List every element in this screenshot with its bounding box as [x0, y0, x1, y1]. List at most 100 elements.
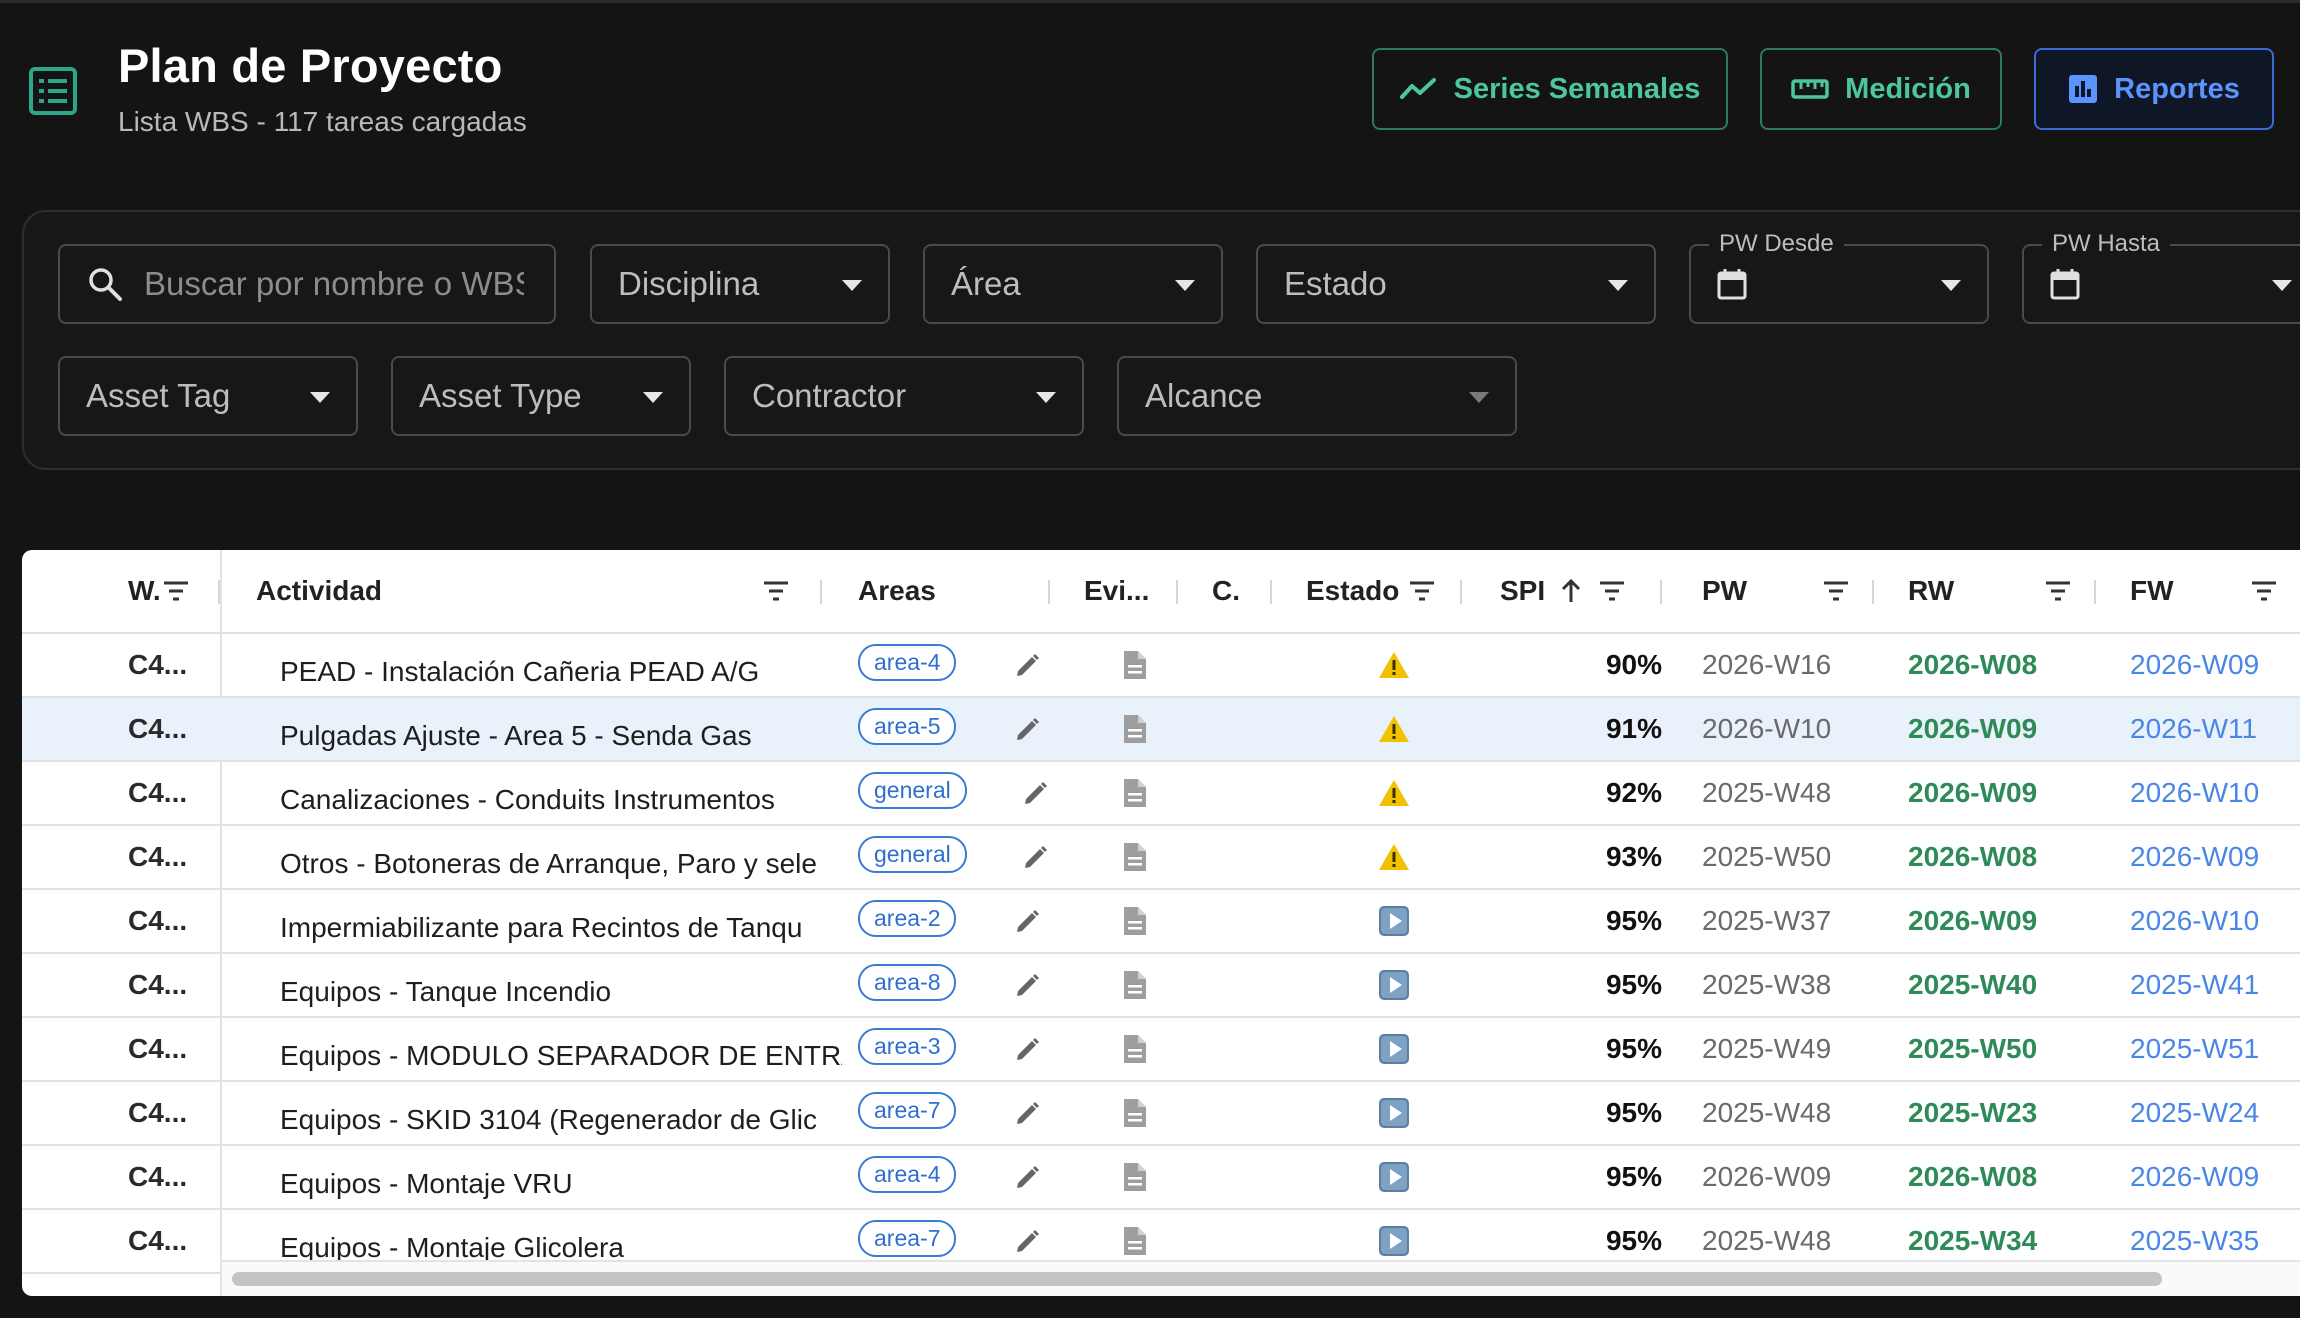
table-row[interactable]: C4... Equipos - Tanque Incendio area-8 95% 2… — [22, 954, 2300, 1018]
medicion-button[interactable]: Medición — [1760, 48, 2002, 130]
contractor-select[interactable]: Contractor — [724, 356, 1084, 436]
asset-tag-select[interactable]: Asset Tag — [58, 356, 358, 436]
column-header-estado[interactable]: Estado — [1306, 550, 1399, 632]
column-header-spi[interactable]: SPI — [1500, 550, 1545, 632]
column-separator[interactable] — [1872, 580, 1874, 604]
evidence-button[interactable] — [1102, 890, 1168, 952]
area-chip[interactable]: area-2 — [858, 899, 957, 937]
play-icon — [1379, 1226, 1409, 1256]
edit-area-button[interactable] — [1022, 826, 1052, 888]
column-separator[interactable] — [218, 580, 220, 604]
pw-desde-date[interactable]: PW Desde — [1689, 230, 1989, 324]
area-chip[interactable]: area-3 — [858, 1027, 957, 1065]
fw-value: 2026-W09 — [2130, 841, 2260, 872]
column-header-fw[interactable]: FW — [2130, 550, 2174, 632]
spi-value: 90% — [1605, 649, 1662, 680]
evidence-button[interactable] — [1102, 634, 1168, 696]
pencil-icon — [1017, 1166, 1039, 1188]
table-row[interactable]: C4... Equipos - SKID 3104 (Regenerador de… — [22, 1082, 2300, 1146]
area-chip[interactable]: area-4 — [858, 643, 957, 681]
filter-icon[interactable] — [762, 578, 790, 604]
estado-select[interactable]: Estado — [1256, 244, 1656, 324]
evidence-button[interactable] — [1102, 954, 1168, 1016]
column-separator[interactable] — [1048, 580, 1050, 604]
column-header-actividad[interactable]: Actividad — [256, 550, 382, 632]
document-icon — [1124, 1163, 1146, 1191]
area-chip[interactable]: area-7 — [858, 1219, 957, 1257]
edit-area-button[interactable] — [1022, 762, 1052, 824]
table-row[interactable]: C4... Equipos - Montaje VRU area-4 95% 2026-… — [22, 1146, 2300, 1210]
column-header-pw[interactable]: PW — [1702, 550, 1747, 632]
rw-value: 2025-W50 — [1908, 1033, 2038, 1064]
filter-icon[interactable] — [1822, 578, 1850, 604]
filter-icon[interactable] — [162, 578, 190, 604]
chevron-down-icon — [1608, 280, 1628, 291]
column-header-areas[interactable]: Areas — [858, 550, 936, 632]
column-separator[interactable] — [1460, 580, 1462, 604]
area-chip[interactable]: general — [858, 835, 967, 873]
evidence-button[interactable] — [1102, 762, 1168, 824]
filter-icon[interactable] — [1598, 578, 1626, 604]
filter-icon[interactable] — [2044, 578, 2072, 604]
column-header-rw[interactable]: RW — [1908, 550, 1954, 632]
filter-icon[interactable] — [2250, 578, 2278, 604]
edit-area-button[interactable] — [1014, 634, 1044, 696]
sort-ascending-icon[interactable] — [1560, 578, 1582, 604]
pencil-icon — [1017, 1230, 1039, 1252]
column-header-wbs[interactable]: W. — [128, 550, 161, 632]
filter-icon[interactable] — [1408, 578, 1436, 604]
estado-status — [1358, 698, 1430, 760]
evidence-button[interactable] — [1102, 1082, 1168, 1144]
document-icon — [1124, 907, 1146, 935]
fw-value: 2025-W24 — [2130, 1097, 2260, 1128]
table-row[interactable]: C4... Otros - Botoneras de Arranque, Paro… — [22, 826, 2300, 890]
column-separator[interactable] — [2094, 580, 2096, 604]
column-separator[interactable] — [820, 580, 822, 604]
area-chip[interactable]: area-4 — [858, 1155, 957, 1193]
rw-value: 2026-W08 — [1908, 649, 2038, 680]
asset-type-select[interactable]: Asset Type — [391, 356, 691, 436]
edit-area-button[interactable] — [1014, 1146, 1044, 1208]
column-separator[interactable] — [1176, 580, 1178, 604]
pw-hasta-label: PW Hasta — [2042, 230, 2171, 258]
edit-area-button[interactable] — [1014, 890, 1044, 952]
table-row[interactable]: C4... Equipos - MODULO SEPARADOR DE ENTRA… — [22, 1018, 2300, 1082]
series-semanales-button[interactable]: Series Semanales — [1372, 48, 1728, 130]
document-icon — [1124, 1227, 1146, 1255]
scrollbar-thumb[interactable] — [232, 1272, 2162, 1286]
area-select[interactable]: Área — [923, 244, 1223, 324]
table-row[interactable]: C4... Pulgadas Ajuste - Area 5 - Senda Ga… — [22, 698, 2300, 762]
column-separator[interactable] — [1270, 580, 1272, 604]
disciplina-select[interactable]: Disciplina — [590, 244, 890, 324]
pw-value: 2025-W50 — [1702, 841, 1832, 872]
evidence-button[interactable] — [1102, 698, 1168, 760]
edit-area-button[interactable] — [1014, 698, 1044, 760]
alcance-select[interactable]: Alcance — [1117, 356, 1517, 436]
edit-area-button[interactable] — [1014, 954, 1044, 1016]
column-header-c[interactable]: C. — [1212, 550, 1240, 632]
play-icon — [1379, 1034, 1409, 1064]
search-field[interactable] — [58, 244, 556, 324]
column-separator[interactable] — [1660, 580, 1662, 604]
pw-hasta-date[interactable]: PW Hasta — [2022, 230, 2300, 324]
search-input[interactable] — [142, 264, 526, 304]
table-row[interactable]: C4... Impermiabilizante para Recintos de … — [22, 890, 2300, 954]
bar-chart-icon — [2069, 75, 2098, 103]
area-chip[interactable]: area-7 — [858, 1091, 957, 1129]
area-chip[interactable]: area-5 — [858, 707, 957, 745]
column-header-evidencia[interactable]: Evi... — [1084, 550, 1149, 632]
area-chip[interactable]: general — [858, 771, 967, 809]
edit-area-button[interactable] — [1014, 1082, 1044, 1144]
evidence-button[interactable] — [1102, 826, 1168, 888]
edit-area-button[interactable] — [1014, 1018, 1044, 1080]
disciplina-label: Disciplina — [618, 265, 760, 302]
table-row[interactable]: C4... Canalizaciones - Conduits Instrumen… — [22, 762, 2300, 826]
wbs-code: C4... — [128, 841, 188, 872]
spi-value: 95% — [1605, 1097, 1662, 1128]
reportes-button[interactable]: Reportes — [2034, 48, 2274, 130]
area-chip[interactable]: area-8 — [858, 963, 957, 1001]
evidence-button[interactable] — [1102, 1018, 1168, 1080]
table-row[interactable]: C4... PEAD - Instalación Cañeria PEAD A/G… — [22, 634, 2300, 698]
fw-value: 2025-W41 — [2130, 969, 2260, 1000]
evidence-button[interactable] — [1102, 1146, 1168, 1208]
